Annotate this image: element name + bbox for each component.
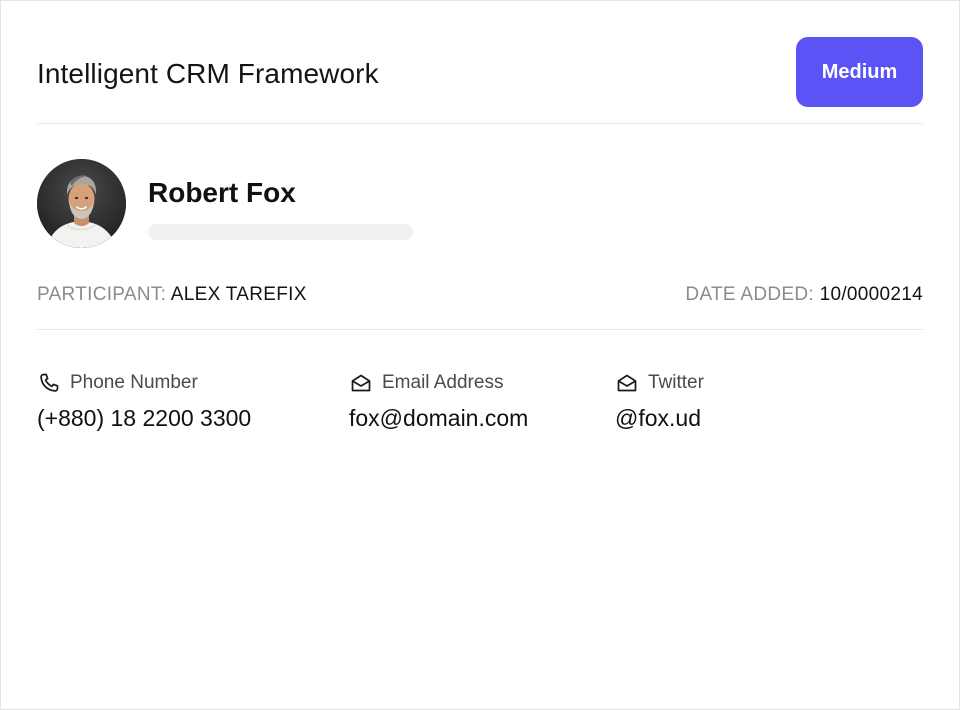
page-title: Intelligent CRM Framework [37, 58, 379, 89]
mail-open-icon [351, 374, 371, 392]
avatar [37, 159, 126, 248]
email-value[interactable]: fox@domain.com [349, 403, 528, 433]
twitter-block: Twitter @fox.ud [615, 369, 704, 433]
date-added: DATE ADDED: 10/0000214 [685, 281, 923, 309]
crm-card: Intelligent CRM Framework Medium Robert … [0, 0, 960, 710]
twitter-label-row: Twitter [615, 369, 704, 397]
phone-icon [40, 373, 59, 392]
phone-value[interactable]: (+880) 18 2200 3300 [37, 403, 251, 433]
phone-block: Phone Number (+880) 18 2200 3300 [37, 369, 251, 433]
meta-row: PARTICIPANT: ALEX TAREFIX DATE ADDED: 10… [37, 281, 923, 330]
date-added-value: 10/0000214 [819, 284, 923, 305]
priority-button[interactable]: Medium [796, 37, 923, 107]
avatar-photo [37, 159, 126, 248]
twitter-value[interactable]: @fox.ud [615, 403, 704, 433]
participant-label: PARTICIPANT: [37, 284, 167, 305]
participant: PARTICIPANT: ALEX TAREFIX [37, 281, 307, 309]
participant-value: ALEX TAREFIX [170, 284, 307, 305]
card-header: Intelligent CRM Framework Medium [37, 37, 923, 124]
date-added-label: DATE ADDED: [685, 284, 815, 305]
subtitle-placeholder [148, 224, 413, 240]
mail-open-icon [617, 374, 637, 392]
email-label: Email Address [382, 372, 504, 393]
phone-label-row: Phone Number [37, 369, 251, 397]
twitter-label: Twitter [648, 372, 704, 393]
contact-name: Robert Fox [148, 177, 296, 208]
email-block: Email Address fox@domain.com [349, 369, 528, 433]
email-label-row: Email Address [349, 369, 528, 397]
phone-label: Phone Number [70, 372, 198, 393]
